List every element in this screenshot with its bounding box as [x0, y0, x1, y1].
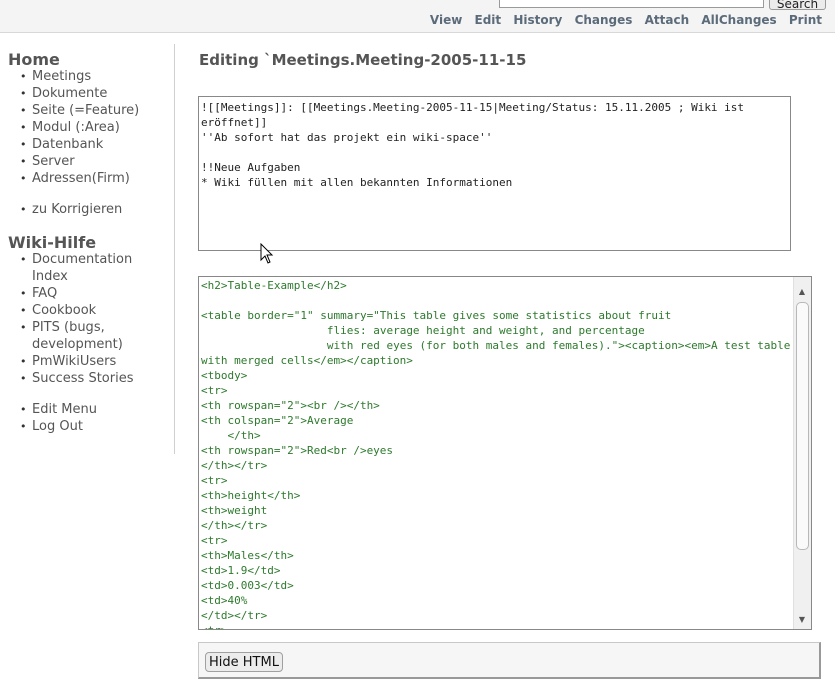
sidebar-link-datenbank[interactable]: Datenbank	[32, 137, 103, 152]
hide-html-button[interactable]: Hide HTML	[205, 652, 283, 672]
html-source-text[interactable]: <h2>Table-Example</h2> <table border="1"…	[201, 278, 791, 629]
sidebar-item-success-stories: Success Stories	[20, 370, 170, 387]
editor-button-bar: Hide HTML	[198, 642, 821, 679]
action-view-link[interactable]: View	[430, 13, 462, 27]
action-allchanges-link[interactable]: AllChanges	[701, 13, 776, 27]
sidebar-item-korrigieren: zu Korrigieren	[20, 201, 170, 218]
page-actions: View Edit History Changes Attach AllChan…	[422, 13, 822, 27]
sidebar-item-modul: Modul (:Area)	[20, 119, 170, 136]
sidebar-item-documentation: Documentation Index	[20, 251, 170, 285]
sidebar-item-cookbook: Cookbook	[20, 302, 170, 319]
sidebar-link-server[interactable]: Server	[32, 154, 75, 169]
sidebar-home-list: Meetings Dokumente Seite (=Feature) Modu…	[20, 68, 170, 187]
scroll-up-arrow-icon[interactable]: ▲	[795, 285, 809, 299]
sidebar-home-heading[interactable]: Home	[8, 50, 60, 69]
sidebar-link-edit-menu[interactable]: Edit Menu	[32, 402, 97, 417]
sidebar-item-pits: PITS (bugs, development)	[20, 319, 170, 353]
sidebar: Home Meetings Dokumente Seite (=Feature)…	[0, 44, 175, 454]
html-source-editor[interactable]: <h2>Table-Example</h2> <table border="1"…	[198, 276, 812, 630]
page-title: Editing `Meetings.Meeting-2005-11-15	[199, 51, 527, 69]
header-bar: Search View Edit History Changes Attach …	[0, 0, 835, 33]
sidebar-link-success-stories[interactable]: Success Stories	[32, 371, 134, 386]
sidebar-item-faq: FAQ	[20, 285, 170, 302]
search-button[interactable]: Search	[769, 0, 826, 10]
sidebar-help-list: Documentation Index FAQ Cookbook PITS (b…	[20, 251, 170, 387]
sidebar-item-log-out: Log Out	[20, 418, 170, 435]
sidebar-item-meetings: Meetings	[20, 68, 170, 85]
wiki-text-editor[interactable]: ![[Meetings]]: [[Meetings.Meeting-2005-1…	[198, 96, 791, 251]
action-print-link[interactable]: Print	[789, 13, 822, 27]
sidebar-link-log-out[interactable]: Log Out	[32, 419, 83, 434]
sidebar-link-korrigieren[interactable]: zu Korrigieren	[32, 202, 122, 217]
sidebar-link-pits[interactable]: PITS (bugs, development)	[32, 320, 123, 352]
scrollbar-thumb[interactable]	[796, 302, 809, 550]
sidebar-link-pmwikiusers[interactable]: PmWikiUsers	[32, 354, 116, 369]
sidebar-link-documentation[interactable]: Documentation Index	[32, 252, 132, 284]
sidebar-link-adressen[interactable]: Adressen(Firm)	[32, 171, 130, 186]
sidebar-link-cookbook[interactable]: Cookbook	[32, 303, 96, 318]
sidebar-link-modul[interactable]: Modul (:Area)	[32, 120, 120, 135]
sidebar-link-faq[interactable]: FAQ	[32, 286, 57, 301]
action-history-link[interactable]: History	[513, 13, 562, 27]
action-changes-link[interactable]: Changes	[575, 13, 633, 27]
sidebar-help-heading[interactable]: Wiki-Hilfe	[8, 233, 96, 252]
sidebar-item-server: Server	[20, 153, 170, 170]
vertical-scrollbar[interactable]: ▲ ▼	[793, 277, 811, 629]
sidebar-item-pmwikiusers: PmWikiUsers	[20, 353, 170, 370]
sidebar-link-seite[interactable]: Seite (=Feature)	[32, 103, 139, 118]
action-attach-link[interactable]: Attach	[645, 13, 690, 27]
scroll-down-arrow-icon[interactable]: ▼	[795, 613, 809, 627]
sidebar-link-meetings[interactable]: Meetings	[32, 69, 91, 84]
search-input[interactable]	[499, 0, 764, 8]
sidebar-item-edit-menu: Edit Menu	[20, 401, 170, 418]
action-edit-link[interactable]: Edit	[475, 13, 502, 27]
sidebar-link-dokumente[interactable]: Dokumente	[32, 86, 107, 101]
sidebar-item-datenbank: Datenbank	[20, 136, 170, 153]
sidebar-item-dokumente: Dokumente	[20, 85, 170, 102]
sidebar-item-seite: Seite (=Feature)	[20, 102, 170, 119]
sidebar-item-adressen: Adressen(Firm)	[20, 170, 170, 187]
mouse-pointer-icon	[260, 243, 274, 264]
sidebar-menu-list: Edit Menu Log Out	[20, 401, 170, 435]
sidebar-extra-list: zu Korrigieren	[20, 201, 170, 218]
